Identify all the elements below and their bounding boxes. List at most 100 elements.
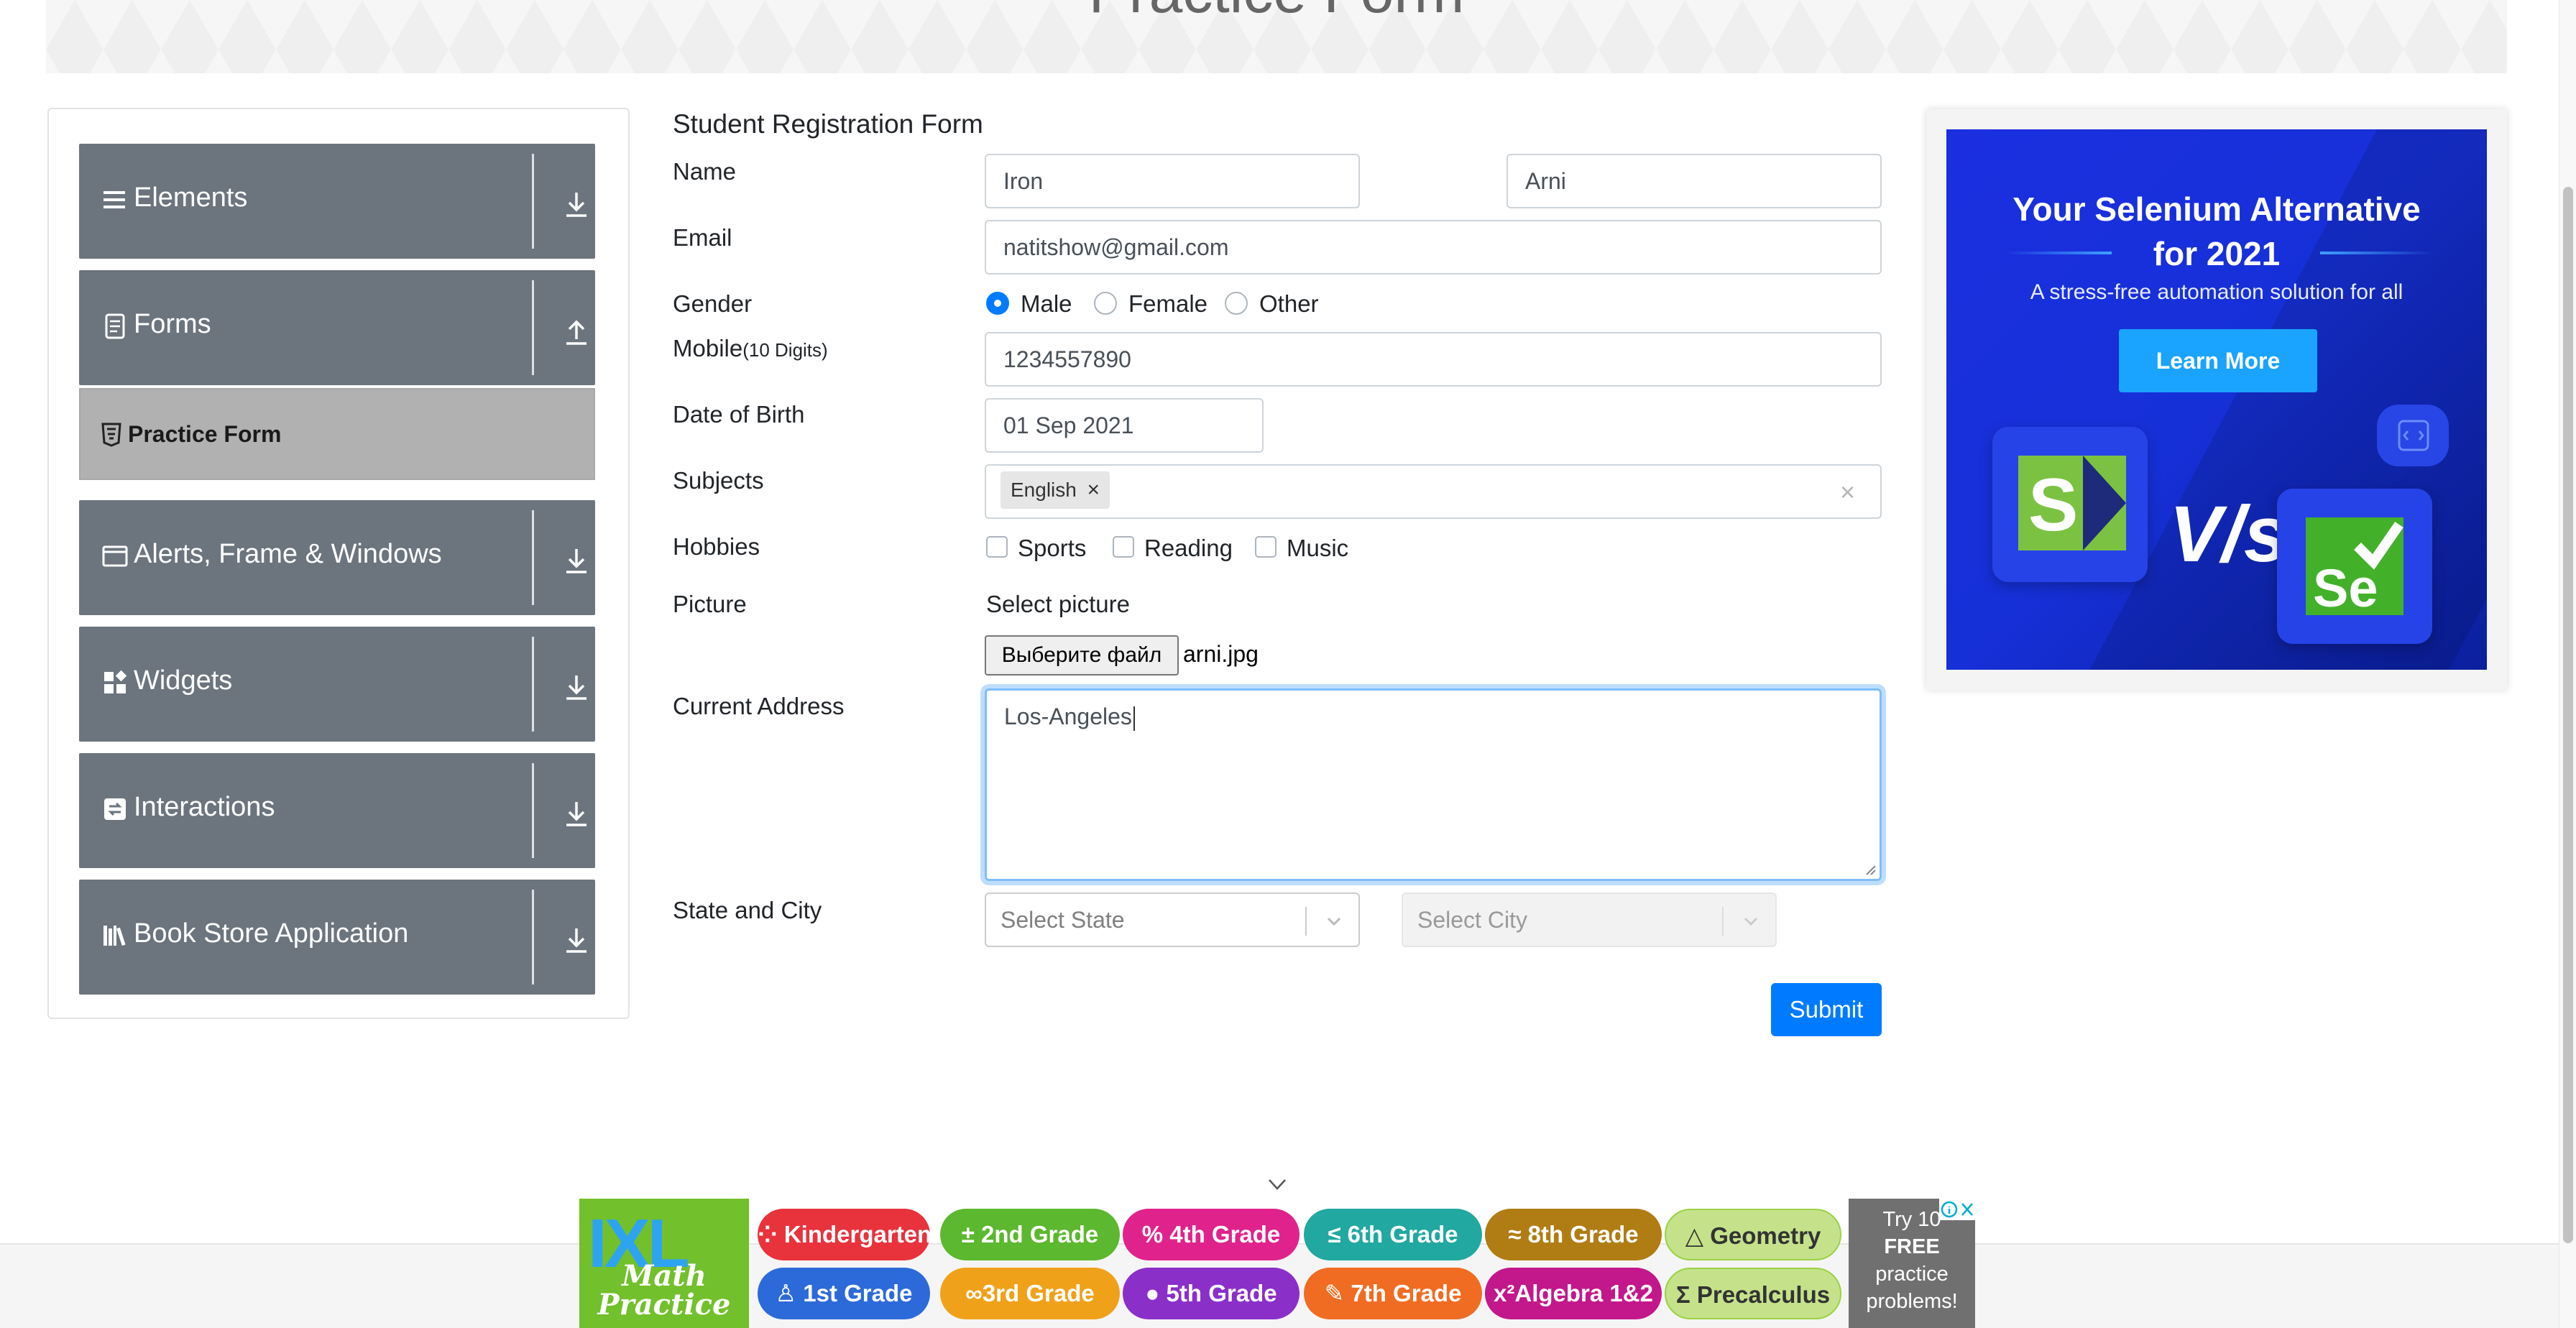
email-input[interactable]: natitshow@gmail.com [985,220,1882,275]
date-of-birth-input[interactable]: 01 Sep 2021 [985,398,1264,453]
pencil-icon: ✎ [1324,1280,1351,1306]
try-line: problems! [1866,1290,1958,1313]
gender-label: Gender [673,290,753,317]
download-arrow-icon[interactable] [562,798,591,829]
submit-button[interactable]: Submit [1771,983,1882,1036]
percent-icon: % [1141,1221,1170,1248]
left-logo-letter: S [2028,464,2078,547]
radio-label: Male [1021,290,1072,317]
sidebar-group-elements[interactable]: Elements [79,144,595,259]
last-name-input[interactable]: Arni [1506,154,1882,208]
hamburger-icon [104,191,125,208]
checkbox-label: Music [1287,535,1349,561]
pill-4th-grade[interactable]: % 4th Grade [1123,1209,1300,1260]
pill-kindergarten[interactable]: ⁘ Kindergarten [758,1209,932,1260]
divider [1722,907,1724,936]
email-label: Email [673,224,732,251]
mobile-input[interactable]: 1234557890 [985,332,1882,387]
pill-2nd-grade[interactable]: ± 2nd Grade [940,1209,1120,1260]
page-title: Practice Form [46,0,2507,27]
sidebar-item-practice-form[interactable]: Practice Form [79,388,595,480]
sidebar-group-label: Widgets [134,665,233,696]
divider [532,763,534,858]
download-arrow-icon[interactable] [562,924,591,956]
sidebar-group-alerts-frame-windows[interactable]: Alerts, Frame & Windows [79,500,595,615]
checkbox[interactable] [986,536,1008,558]
adchoices-badge[interactable] [1939,1199,1975,1220]
download-arrow-icon[interactable] [562,671,591,703]
pill-algebra[interactable]: x²Algebra 1&2 [1485,1268,1662,1319]
first-name-input[interactable]: Iron [985,154,1360,208]
right-logo-icon: Se [2306,517,2404,615]
pill-geometry[interactable]: △ Geometry [1665,1209,1841,1260]
checkbox-label: Sports [1018,535,1087,561]
document-icon [105,313,125,339]
radio-button[interactable] [1094,292,1117,315]
subjects-input[interactable] [985,464,1882,519]
checkbox[interactable] [1255,536,1276,558]
radio-button[interactable] [986,292,1009,315]
download-arrow-icon[interactable] [562,188,591,220]
radio-button[interactable] [1225,292,1248,315]
state-select[interactable]: Select State [985,893,1360,947]
learn-more-button[interactable]: Learn More [2119,329,2317,392]
html5-icon [101,423,121,447]
current-address-textarea[interactable]: Los-Angeles [985,688,1882,881]
remove-subject-icon[interactable]: × [1087,471,1100,509]
ixl-math-practice-logo[interactable]: IXL Math Practice [579,1199,749,1328]
pill-precalculus[interactable]: Σ Precalculus [1665,1268,1841,1319]
sidebar-group-forms[interactable]: Forms [79,270,595,385]
sidebar-group-label: Book Store Application [134,918,409,949]
ad-headline: Your Selenium Alternative for 2021 [1946,187,2487,276]
pill-8th-grade[interactable]: ≈ 8th Grade [1485,1209,1662,1260]
plus-minus-icon: ± [961,1221,982,1248]
pill-5th-grade[interactable]: ● 5th Grade [1123,1268,1300,1319]
checkbox-label: Reading [1144,535,1233,561]
divider [532,280,534,375]
pill-7th-grade[interactable]: ✎ 7th Grade [1304,1268,1482,1319]
selenium-alternative-ad[interactable]: Your Selenium Alternative for 2021 A str… [1946,129,2487,670]
choose-file-button[interactable]: Выберите файл [985,635,1179,675]
divider [532,637,534,732]
pill-label: Kindergarten [783,1221,932,1248]
left-logo-icon: S [2018,456,2126,550]
checkbox[interactable] [1113,536,1134,558]
try-line-free: FREE [1884,1235,1940,1258]
cup-icon: ♙ [775,1280,804,1306]
city-placeholder: Select City [1417,907,1527,933]
sidebar-item-label: Practice Form [128,421,282,447]
chevron-down-icon[interactable] [1741,911,1761,931]
state-city-label: State and City [673,897,822,923]
city-select[interactable]: Select City [1402,893,1777,947]
pill-label: Geometry [1710,1222,1821,1249]
pill-label: Precalculus [1696,1281,1831,1308]
sidebar-group-label: Interactions [134,792,275,822]
state-placeholder: Select State [1000,907,1125,933]
widgets-icon [104,670,127,693]
divider [1305,907,1307,936]
sidebar-group-interactions[interactable]: Interactions [79,753,595,868]
current-address-label: Current Address [673,693,845,719]
approx-icon: ≈ [1508,1221,1528,1248]
page-scrollbar-thumb[interactable] [2563,187,2573,1243]
resize-grip-icon[interactable] [1864,863,1877,876]
upload-arrow-icon[interactable] [562,315,591,346]
download-arrow-icon[interactable] [562,545,591,576]
ad-accent-line [2004,252,2112,254]
chevron-down-icon[interactable] [1266,1176,1288,1193]
sidebar-group-label: Forms [134,309,211,339]
pill-label: 2nd Grade [981,1221,1099,1248]
clear-subjects-icon[interactable]: × [1840,477,1855,507]
text-caret [1133,706,1135,731]
ad-vs-text: V/s [2169,490,2288,578]
sidebar-group-widgets[interactable]: Widgets [79,627,595,742]
pill-1st-grade[interactable]: ♙ 1st Grade [758,1268,930,1319]
chevron-down-icon[interactable] [1324,911,1344,931]
radio-label: Female [1128,290,1208,317]
pill-6th-grade[interactable]: ≤ 6th Grade [1304,1209,1482,1260]
infinity-icon: ∞ [965,1280,983,1306]
ad-accent-line [2320,252,2435,254]
sidebar-group-book-store[interactable]: Book Store Application [79,880,595,995]
pill-3rd-grade[interactable]: ∞3rd Grade [940,1268,1120,1319]
name-label: Name [673,158,737,185]
